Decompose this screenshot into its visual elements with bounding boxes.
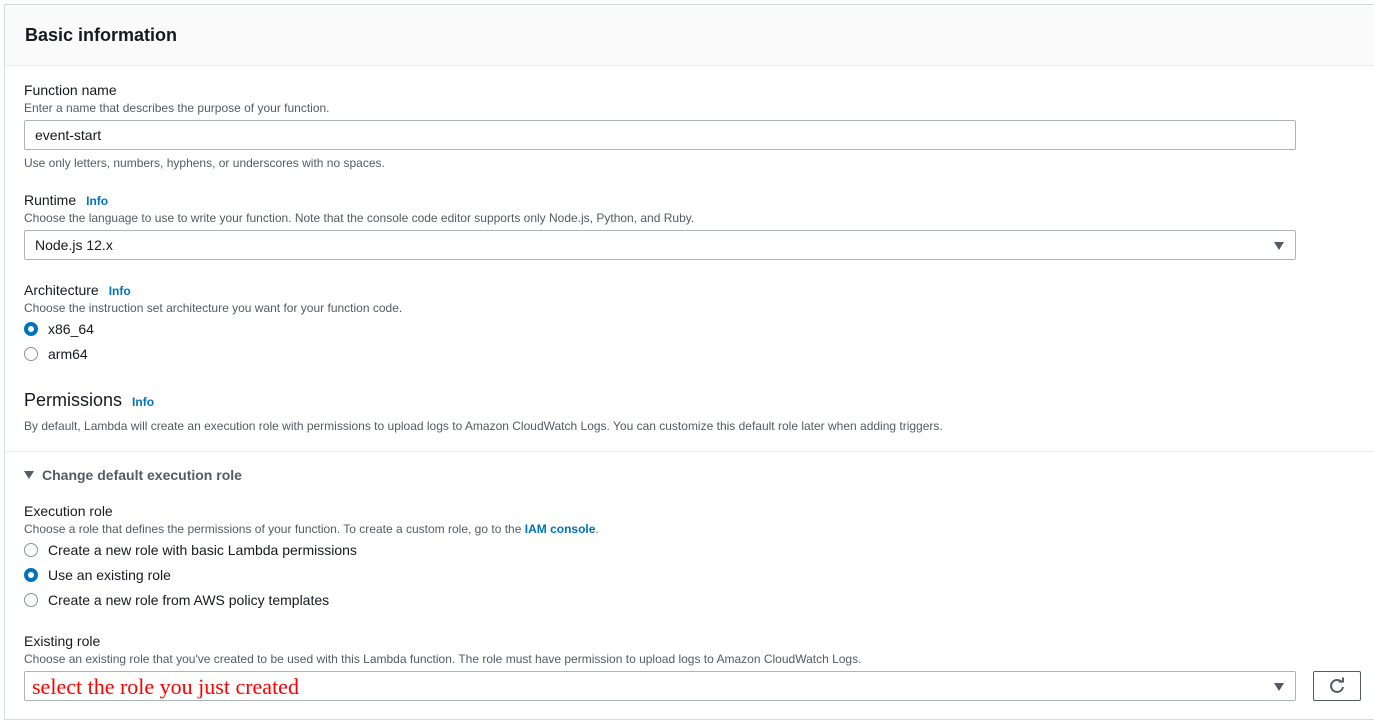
execution-role-label: Execution role (24, 503, 113, 519)
panel-title: Basic information (25, 25, 178, 45)
permissions-description: By default, Lambda will create an execut… (24, 419, 943, 433)
panel-header: Basic information (5, 5, 1374, 66)
refresh-icon (1330, 677, 1344, 693)
caret-down-icon (1274, 242, 1284, 250)
radio-label: Use an existing role (48, 567, 171, 583)
architecture-heading: Architecture Info (24, 282, 131, 300)
function-name-input[interactable] (24, 120, 1296, 150)
caret-down-icon (1274, 683, 1284, 691)
function-name-label: Function name (24, 82, 117, 98)
radio-label: arm64 (48, 346, 88, 362)
runtime-description: Choose the language to use to write your… (24, 211, 695, 225)
permissions-heading: Permissions Info (24, 390, 154, 411)
permissions-title: Permissions (24, 390, 123, 410)
iam-console-link[interactable]: IAM console (525, 522, 596, 536)
radio-selected-icon (24, 568, 38, 582)
architecture-label: Architecture (24, 282, 99, 298)
annotation-text: select the role you just created (32, 674, 299, 699)
runtime-info-link[interactable]: Info (86, 194, 108, 208)
change-execution-role-label: Change default execution role (42, 467, 242, 483)
permissions-info-link[interactable]: Info (132, 395, 154, 409)
radio-unselected-icon (24, 347, 38, 361)
runtime-label: Runtime (24, 192, 77, 208)
radio-unselected-icon (24, 543, 38, 557)
radio-label: Create a new role with basic Lambda perm… (48, 542, 357, 558)
runtime-heading: Runtime Info (24, 192, 108, 210)
function-name-hint: Use only letters, numbers, hyphens, or u… (24, 156, 385, 170)
runtime-select[interactable]: Node.js 12.x (24, 230, 1296, 260)
divider (5, 451, 1374, 452)
refresh-button[interactable] (1313, 671, 1361, 701)
description-period: . (595, 522, 599, 536)
existing-role-select[interactable]: select the role you just created (24, 671, 1296, 701)
architecture-description: Choose the instruction set architecture … (24, 301, 403, 315)
execution-role-description-text: Choose a role that defines the permissio… (24, 522, 522, 536)
runtime-selected-value: Node.js 12.x (35, 237, 113, 253)
radio-selected-icon (24, 322, 38, 336)
architecture-info-link[interactable]: Info (109, 284, 131, 298)
function-name-description: Enter a name that describes the purpose … (24, 101, 330, 115)
existing-role-description: Choose an existing role that you've crea… (24, 652, 862, 666)
caret-down-icon (24, 471, 34, 479)
radio-unselected-icon (24, 593, 38, 607)
radio-label: x86_64 (48, 321, 94, 337)
existing-role-label: Existing role (24, 633, 101, 649)
radio-label: Create a new role from AWS policy templa… (48, 592, 330, 608)
execution-role-description: Choose a role that defines the permissio… (24, 522, 599, 536)
